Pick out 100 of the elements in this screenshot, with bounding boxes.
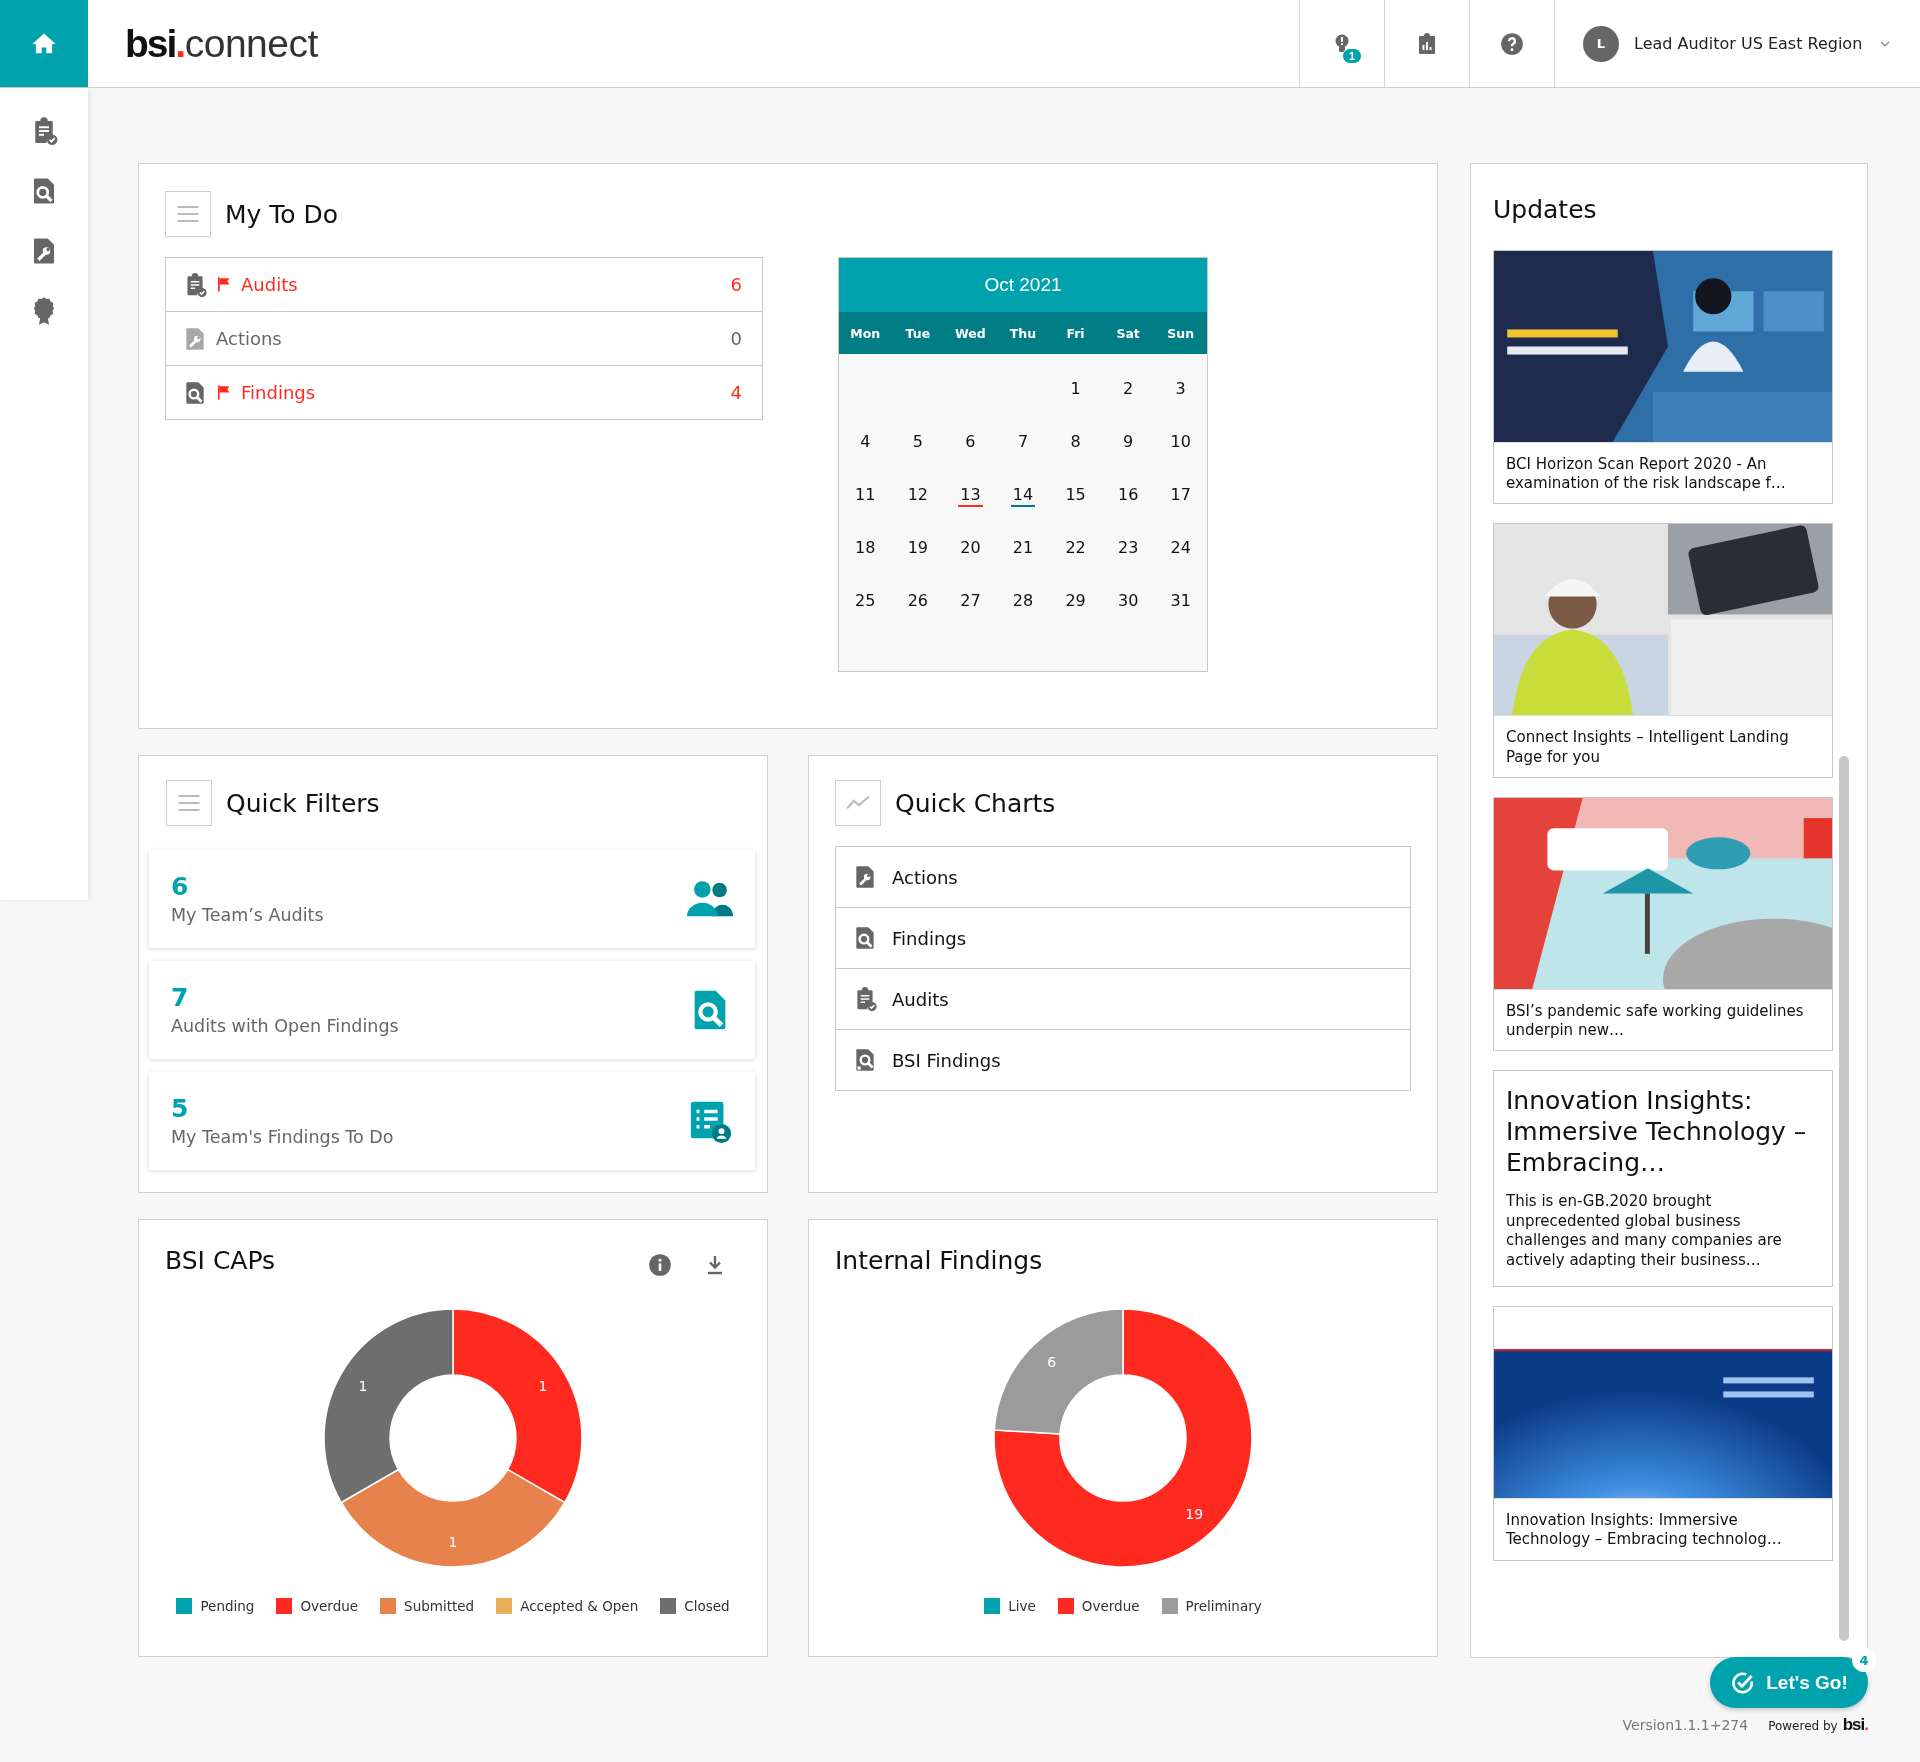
chart-link[interactable]: BSI Findings bbox=[836, 1030, 1410, 1091]
chart-title: BSI CAPs bbox=[165, 1246, 277, 1275]
chart-link-label: Findings bbox=[892, 927, 967, 949]
calendar-day[interactable]: 7 bbox=[1015, 431, 1031, 454]
calendar-day[interactable]: 16 bbox=[1115, 484, 1141, 507]
lets-go-badge: 4 bbox=[1852, 1648, 1876, 1672]
update-card[interactable]: Connect Insights – Intelligent Landing Page for you bbox=[1493, 523, 1833, 778]
update-title: Innovation Insights: Immersive Technology – Embracing… bbox=[1505, 1085, 1808, 1179]
update-card[interactable]: BCI Horizon Scan Report 2020 - An examination of the risk landscape f… bbox=[1493, 250, 1833, 505]
calendar-day[interactable]: 31 bbox=[1168, 590, 1193, 613]
calendar-day[interactable]: 27 bbox=[958, 590, 983, 613]
calendar-month: Oct 2021 bbox=[984, 274, 1062, 296]
filter-count: 5 bbox=[171, 1095, 190, 1121]
chart-link-label: Actions bbox=[892, 866, 958, 888]
user-avatar: L bbox=[1583, 25, 1619, 62]
update-summary: This is en-GB.2020 brought unprecedented global business challenges and many companies are actively adapting their business… bbox=[1505, 1191, 1783, 1271]
update-caption: Connect Insights – Intelligent Landing Page for you bbox=[1494, 715, 1832, 777]
calendar-day[interactable]: 2 bbox=[1121, 378, 1136, 401]
legend-label: Accepted & Open bbox=[520, 1598, 639, 1614]
legend-label: Pending bbox=[200, 1598, 255, 1614]
filter-count: 6 bbox=[171, 873, 190, 899]
calendar-day[interactable]: 10 bbox=[1168, 431, 1193, 454]
scrollbar[interactable] bbox=[1839, 756, 1849, 1641]
version-label: Version1.1.1+274 bbox=[1622, 1717, 1749, 1733]
chart-link[interactable]: Findings bbox=[836, 908, 1410, 969]
info-button[interactable] bbox=[647, 1252, 673, 1278]
legend-label: Closed bbox=[684, 1598, 730, 1614]
filter-card[interactable]: 7 Audits with Open Findings bbox=[149, 961, 755, 1059]
calendar-day[interactable]: 20 bbox=[958, 537, 983, 560]
powered-by-label: Powered by bbox=[1768, 1719, 1838, 1733]
calendar-day[interactable]: 29 bbox=[1063, 590, 1088, 613]
calendar-day[interactable]: 3 bbox=[1173, 378, 1188, 401]
todo-count: 0 bbox=[730, 328, 742, 349]
calendar-day[interactable]: 14 bbox=[1010, 484, 1036, 507]
calendar-day[interactable]: 26 bbox=[905, 590, 931, 613]
home-button[interactable] bbox=[0, 0, 88, 87]
calendar-day[interactable]: 18 bbox=[853, 537, 878, 560]
calendar-day[interactable]: 1 bbox=[1068, 378, 1083, 401]
update-card[interactable]: Innovation Insights: Immersive Technology – Embracing… This is en-GB.2020 brought unprecedented global business challenges and many companies are actively adapting their business… bbox=[1493, 1070, 1833, 1288]
calendar-day[interactable]: 28 bbox=[1010, 590, 1036, 613]
calendar-day[interactable]: 13 bbox=[958, 484, 983, 507]
calendar-day[interactable]: 24 bbox=[1168, 537, 1193, 560]
slice-label: 1 bbox=[448, 1534, 458, 1550]
calendar-day[interactable]: 5 bbox=[910, 431, 925, 454]
filter-label: My Team's Findings To Do bbox=[171, 1126, 395, 1147]
calendar-day[interactable]: 15 bbox=[1063, 484, 1088, 507]
slice-label: 1 bbox=[358, 1378, 368, 1394]
slice-label: 1 bbox=[538, 1378, 548, 1394]
panel-title: Quick Charts bbox=[895, 788, 1056, 818]
weekday-label: Mon bbox=[849, 325, 882, 341]
legend-label: Submitted bbox=[404, 1598, 475, 1614]
calendar-day[interactable]: 17 bbox=[1168, 484, 1193, 507]
calendar-day[interactable]: 6 bbox=[963, 431, 978, 454]
calendar-day[interactable]: 21 bbox=[1010, 537, 1036, 560]
filter-label: Audits with Open Findings bbox=[171, 1015, 400, 1036]
calendar-day[interactable]: 12 bbox=[905, 484, 931, 507]
update-card[interactable]: Innovation Insights: Immersive Technology – Embracing technolog… bbox=[1493, 1306, 1833, 1561]
calendar-day[interactable]: 23 bbox=[1115, 537, 1141, 560]
chart-link[interactable]: Audits bbox=[836, 969, 1410, 1030]
bsi-logo: bsi. bbox=[1842, 1715, 1868, 1735]
calendar-day[interactable]: 30 bbox=[1115, 590, 1141, 613]
calendar-day[interactable]: 9 bbox=[1121, 431, 1136, 454]
todo-count: 6 bbox=[730, 274, 742, 295]
filter-card[interactable]: 6 My Team’s Audits bbox=[149, 850, 755, 948]
todo-label: Actions bbox=[216, 328, 283, 349]
update-caption: BCI Horizon Scan Report 2020 - An examination of the risk landscape f… bbox=[1494, 442, 1832, 504]
calendar-day[interactable]: 19 bbox=[905, 537, 931, 560]
weekday-label: Thu bbox=[1008, 325, 1038, 341]
info-icon bbox=[647, 1252, 673, 1278]
weekday-label: Fri bbox=[1065, 325, 1086, 341]
weekday-label: Tue bbox=[904, 325, 932, 341]
panel-title: Quick Filters bbox=[226, 788, 380, 818]
calendar-day[interactable]: 11 bbox=[853, 484, 878, 507]
calendar-day[interactable]: 4 bbox=[858, 431, 873, 454]
logo: bsi.connect bbox=[125, 20, 318, 67]
todo-label: Audits bbox=[241, 274, 299, 295]
chart-link[interactable]: Actions bbox=[836, 847, 1410, 908]
legend-label: Preliminary bbox=[1185, 1598, 1262, 1614]
panel-title: Updates bbox=[1493, 194, 1598, 226]
panel-title: My To Do bbox=[225, 199, 339, 229]
filter-count: 7 bbox=[171, 984, 190, 1010]
calendar-day[interactable]: 8 bbox=[1068, 431, 1083, 454]
weekday-label: Sun bbox=[1166, 325, 1196, 341]
legend-label: Overdue bbox=[300, 1598, 359, 1614]
calendar-day[interactable]: 22 bbox=[1063, 537, 1088, 560]
todo-count: 4 bbox=[730, 382, 742, 403]
notification-count: 1 bbox=[1342, 48, 1363, 64]
calendar-day[interactable]: 25 bbox=[853, 590, 878, 613]
chart-title: Internal Findings bbox=[835, 1246, 1044, 1275]
update-caption: BSI’s pandemic safe working guidelines underpin new… bbox=[1494, 988, 1832, 1051]
update-card[interactable]: BSI’s pandemic safe working guidelines underpin new… bbox=[1493, 796, 1833, 1052]
slice-label: 6 bbox=[1047, 1354, 1057, 1371]
help-icon bbox=[1499, 30, 1525, 57]
filter-label: My Team’s Audits bbox=[171, 904, 325, 925]
legend-label: Live bbox=[1008, 1598, 1036, 1614]
chart-link-label: BSI Findings bbox=[892, 1049, 1001, 1071]
filter-card[interactable]: 5 My Team's Findings To Do bbox=[149, 1072, 755, 1170]
slice-label: 19 bbox=[1185, 1505, 1204, 1522]
update-caption: Innovation Insights: Immersive Technology – Embracing technolog… bbox=[1494, 1498, 1832, 1560]
legend-label: Overdue bbox=[1081, 1598, 1140, 1614]
